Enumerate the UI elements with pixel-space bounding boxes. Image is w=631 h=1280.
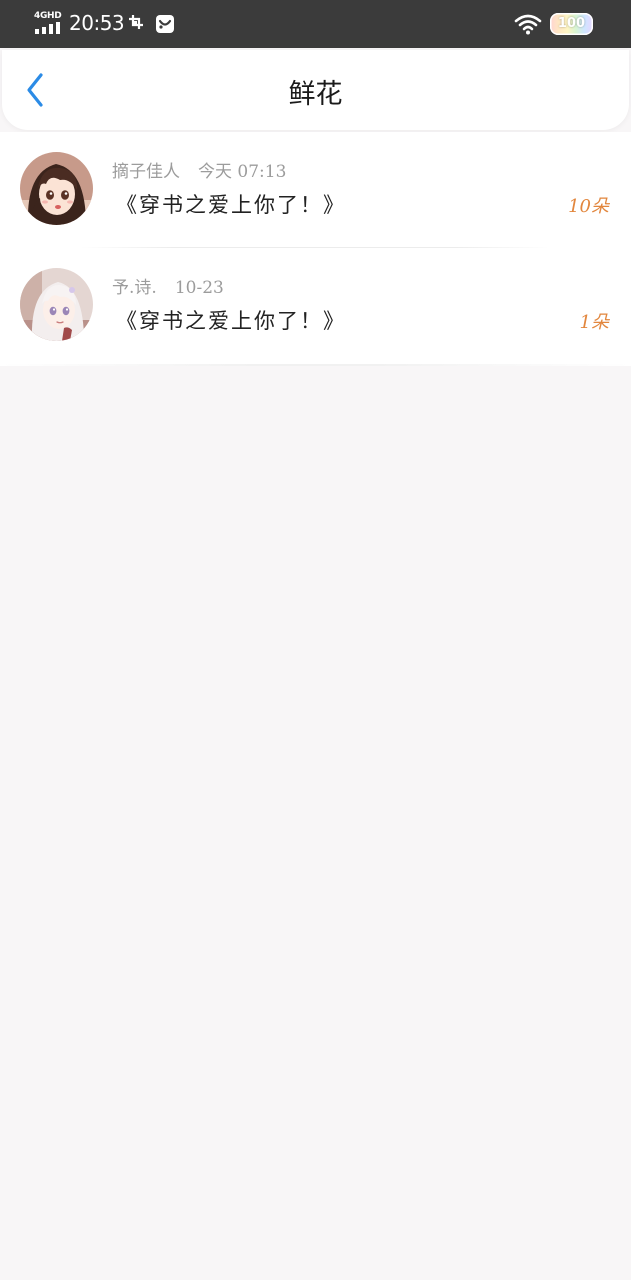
status-bar: 4GHD 20:53 100 [0, 0, 631, 48]
list-item[interactable]: 摘子佳人 今天 07:13 《穿书之爱上你了！》 10朵 [0, 132, 631, 248]
avatar[interactable] [20, 268, 93, 341]
book-title: 《穿书之爱上你了！》 [116, 309, 346, 333]
send-date: 今天 07:13 [198, 162, 287, 182]
anime-girl-brown-hair-avatar [20, 152, 93, 225]
list-item[interactable]: 予.诗. 10-23 《穿书之爱上你了！》 1朵 [0, 248, 631, 364]
signal-bars-icon [35, 22, 60, 34]
flower-list: 摘子佳人 今天 07:13 《穿书之爱上你了！》 10朵 予.诗. 10-23 … [0, 132, 631, 366]
battery-level: 100 [557, 16, 586, 31]
sender-name: 予.诗. [112, 278, 157, 298]
page-title: 鲜花 [288, 79, 343, 110]
screenshot-icon [129, 15, 143, 29]
book-title: 《穿书之爱上你了！》 [116, 193, 346, 217]
flower-count: 1朵 [579, 312, 609, 333]
wifi-icon [514, 14, 542, 35]
network-type-label: 4GHD [34, 11, 62, 21]
chat-app-icon [156, 15, 174, 33]
sender-name: 摘子佳人 [112, 162, 180, 182]
cellular-signal: 4GHD [34, 11, 62, 36]
sender-meta: 予.诗. 10-23 [112, 276, 224, 300]
avatar[interactable] [20, 152, 93, 225]
list-end-divider [0, 364, 631, 366]
sender-meta: 摘子佳人 今天 07:13 [112, 160, 286, 184]
header-bar: 鲜花 [2, 50, 629, 130]
battery-indicator: 100 [550, 13, 593, 35]
send-date: 10-23 [174, 278, 224, 298]
anime-girl-white-hair-avatar [20, 268, 93, 341]
clock: 20:53 [69, 11, 125, 35]
flower-count: 10朵 [568, 196, 609, 217]
